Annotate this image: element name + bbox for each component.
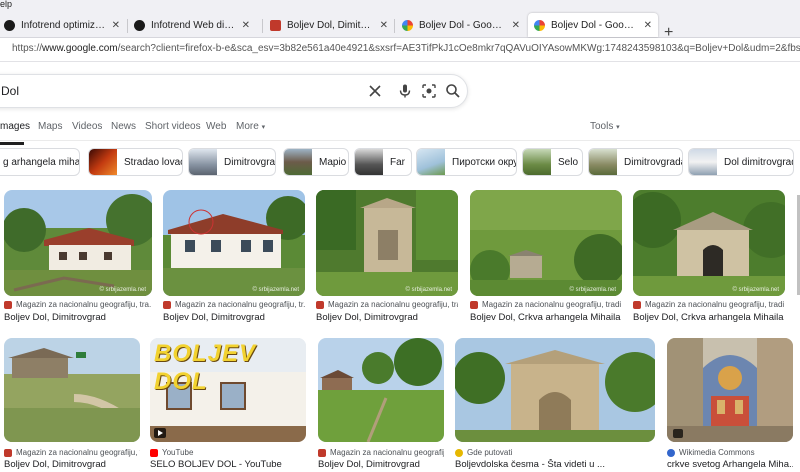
google-icon	[534, 19, 545, 31]
magazin-icon	[4, 300, 12, 309]
magazin-icon	[270, 19, 281, 31]
result-image[interactable]: © srbijazemla.net	[633, 190, 785, 296]
related-chip[interactable]: Selo	[522, 148, 583, 176]
related-chip[interactable]: Пиротски округ	[416, 148, 517, 176]
menu-help[interactable]: elp	[0, 0, 12, 9]
chip-thumbnail	[284, 149, 312, 175]
google-icon	[402, 19, 413, 31]
magazin-icon	[316, 300, 324, 309]
menu-bar: elp	[0, 0, 800, 10]
tab-news[interactable]: News	[111, 121, 136, 132]
play-icon	[154, 428, 166, 438]
search-query: Dol	[1, 84, 20, 98]
infotrend-icon	[4, 19, 15, 31]
result-image[interactable]	[4, 338, 140, 442]
chevron-down-icon: ▾	[261, 124, 266, 131]
search-filter-tabs: mages Maps Videos News Short videos Web …	[0, 118, 800, 138]
result-image[interactable]: © srbijazemla.net	[163, 190, 305, 296]
related-chip[interactable]: Mapio	[283, 148, 349, 176]
lens-camera-icon[interactable]	[421, 83, 437, 99]
image-result[interactable]: © srbijazemla.net Magazin za nacionalnu …	[316, 190, 458, 323]
close-icon[interactable]: ✕	[112, 20, 120, 31]
close-icon[interactable]: ✕	[644, 20, 652, 31]
image-result[interactable]: © srbijazemla.net Magazin za nacionalnu …	[633, 190, 785, 323]
image-result[interactable]: Gde putovati Boljevdolska česma - Šta vi…	[455, 338, 655, 470]
tab-web[interactable]: Web	[206, 121, 226, 132]
related-chip[interactable]: Stradao lovac	[88, 148, 183, 176]
tab-bar: Infotrend optimizacija Web stra ✕ Infotr…	[0, 10, 800, 41]
chevron-down-icon: ▾	[616, 124, 620, 131]
image-result[interactable]: © srbijazemla.net Magazin za nacionalnu …	[4, 190, 152, 323]
wikimedia-icon	[667, 448, 675, 457]
related-chip[interactable]: Far	[354, 148, 412, 176]
search-icon[interactable]	[445, 83, 461, 99]
active-tab-indicator	[0, 142, 24, 145]
microphone-icon[interactable]	[397, 83, 413, 99]
search-input[interactable]: Dol	[0, 74, 468, 108]
result-image[interactable]: © srbijazemla.net	[4, 190, 152, 296]
browser-tab[interactable]: Boljev Dol, Dimitrovgrad ✕	[264, 13, 394, 37]
chip-thumbnail	[355, 149, 383, 175]
result-image[interactable]: BOLJEV DOL	[150, 338, 306, 442]
chip-thumbnail	[689, 149, 717, 175]
gallery-icon	[673, 429, 683, 438]
related-chip[interactable]: Dimitrovgrad	[188, 148, 276, 176]
browser-window: { "menu": { "help": "elp" }, "tabs": [ {…	[0, 0, 800, 472]
image-result[interactable]: Wikimedia Commons crkve svetog Arhangela…	[667, 338, 793, 470]
infotrend-icon	[134, 19, 145, 31]
close-icon[interactable]: ✕	[242, 20, 250, 31]
video-title-overlay: BOLJEV DOL	[154, 340, 257, 395]
tools-button[interactable]: Tools ▾	[590, 121, 620, 132]
image-result[interactable]: BOLJEV DOL YouTube SELO BOLJEV DOL - You…	[150, 338, 306, 470]
tab-videos[interactable]: Videos	[72, 121, 102, 132]
chip-thumbnail	[589, 149, 617, 175]
tab-short-videos[interactable]: Short videos	[145, 121, 201, 132]
related-chip[interactable]: Dol dimitrovgrad	[688, 148, 794, 176]
result-image[interactable]	[318, 338, 444, 442]
address-bar[interactable]: https://www.google.com/search?client=fir…	[0, 38, 800, 62]
close-icon[interactable]: ✕	[380, 20, 388, 31]
chip-thumbnail	[523, 149, 551, 175]
url-text: https://www.google.com/search?client=fir…	[12, 43, 800, 54]
browser-tab[interactable]: Boljev Dol - Google Search ✕	[396, 13, 526, 37]
image-result[interactable]: Magazin za nacionalnu geografiju, tr... …	[4, 338, 140, 470]
tab-maps[interactable]: Maps	[38, 121, 62, 132]
result-image[interactable]: © srbijazemla.net	[316, 190, 458, 296]
magazin-icon	[318, 448, 326, 457]
chip-thumbnail	[89, 149, 117, 175]
browser-tab[interactable]: Infotrend Web dizajn ✕	[128, 13, 256, 37]
youtube-icon	[150, 448, 158, 457]
browser-tab-active[interactable]: Boljev Dol - Google Search ✕	[528, 13, 658, 37]
image-result[interactable]: © srbijazemla.net Magazin za nacionalnu …	[470, 190, 622, 323]
tab-more[interactable]: More ▾	[236, 121, 265, 132]
chip-thumbnail	[417, 149, 445, 175]
divider	[0, 140, 800, 141]
related-chip[interactable]: Dimitrovgrada	[588, 148, 683, 176]
magazin-icon	[163, 300, 171, 309]
result-image[interactable]: © srbijazemla.net	[470, 190, 622, 296]
tab-images[interactable]: mages	[0, 121, 30, 132]
clear-icon[interactable]	[367, 83, 383, 99]
magazin-icon	[470, 300, 478, 309]
magazin-icon	[4, 448, 12, 457]
image-result[interactable]: Magazin za nacionalnu geografiju, tr... …	[318, 338, 444, 470]
image-result[interactable]: © srbijazemla.net Magazin za nacionalnu …	[163, 190, 305, 323]
close-icon[interactable]: ✕	[512, 20, 520, 31]
chip-thumbnail	[189, 149, 217, 175]
related-chip[interactable]: g arhangela mihaila	[0, 148, 80, 176]
browser-tab[interactable]: Infotrend optimizacija Web stra ✕	[0, 13, 126, 37]
result-image[interactable]	[455, 338, 655, 442]
result-image[interactable]	[667, 338, 793, 442]
magazin-icon	[633, 300, 641, 309]
gde-putovati-icon	[455, 448, 463, 457]
